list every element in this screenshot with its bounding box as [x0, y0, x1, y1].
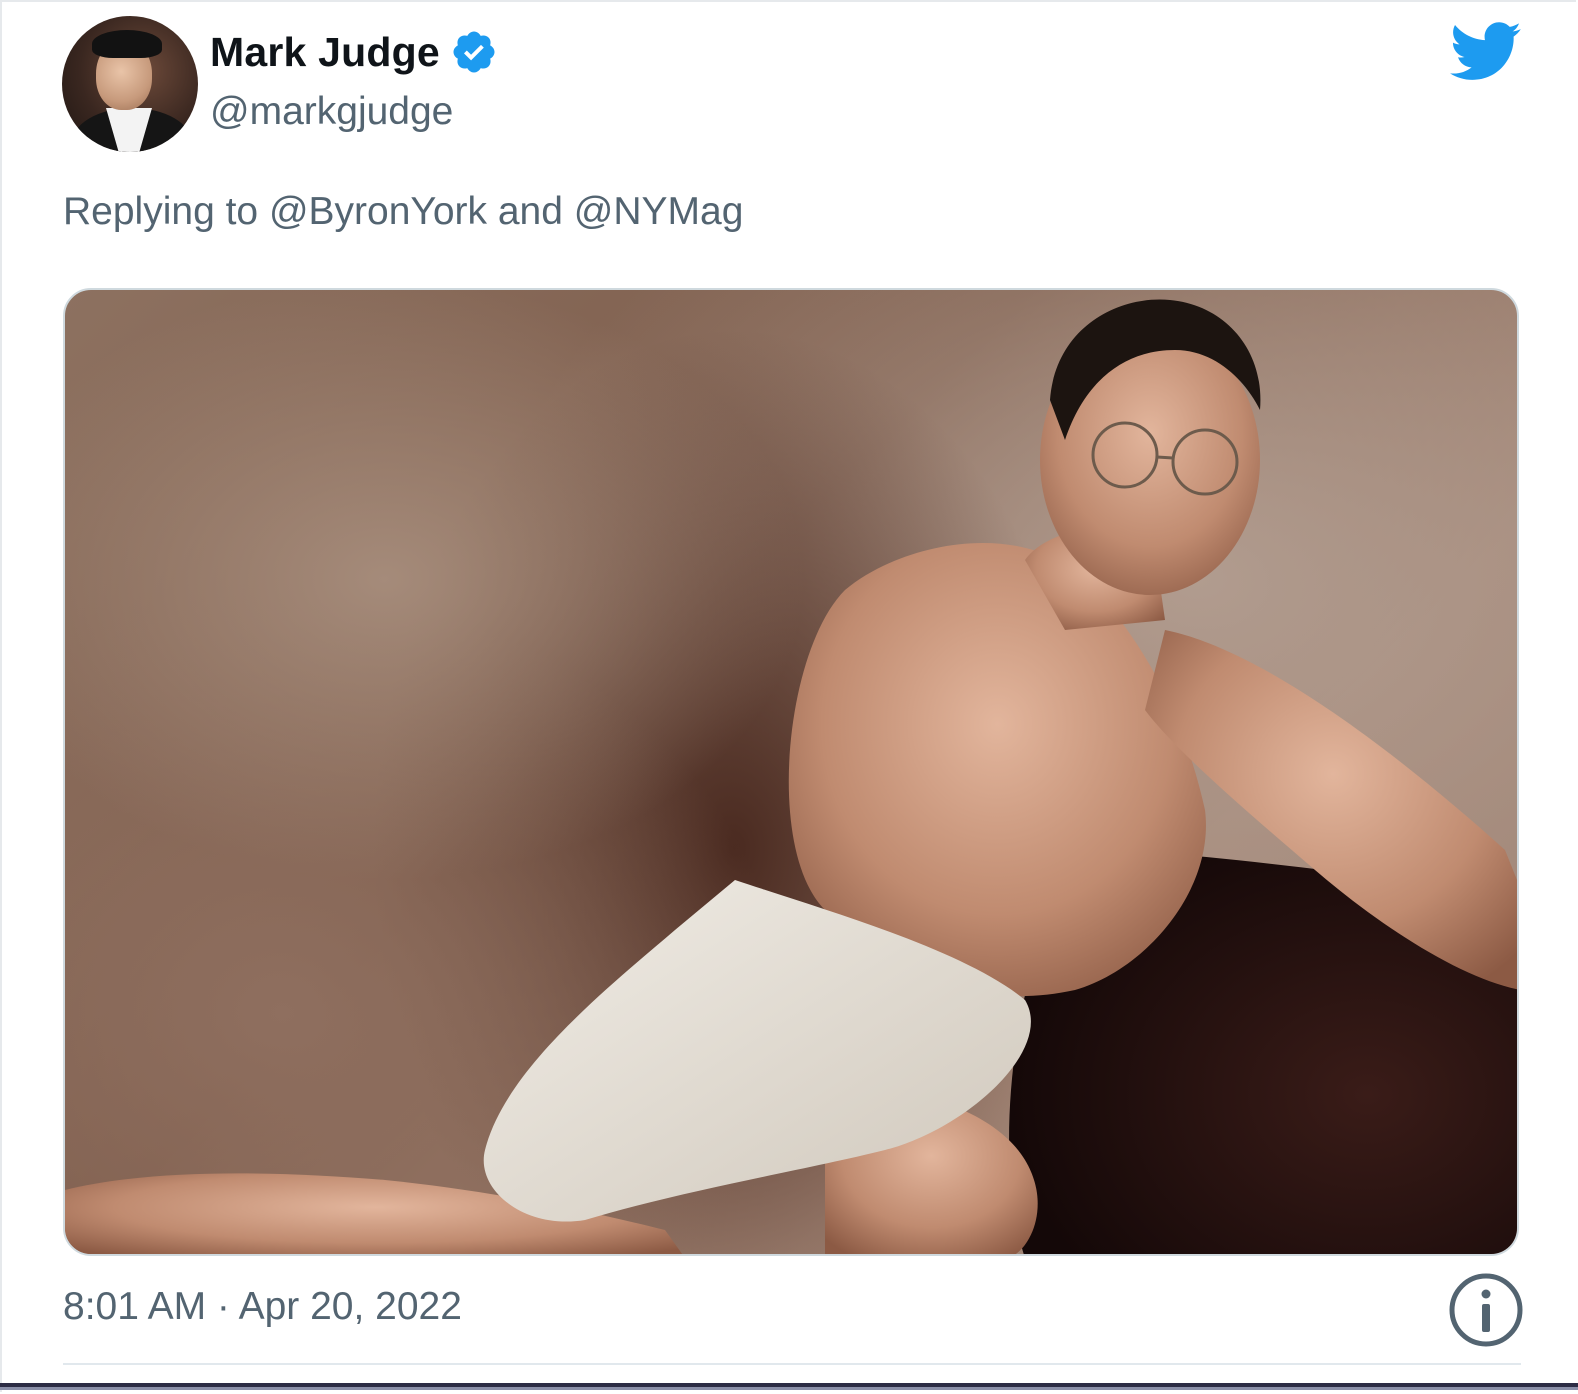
verified-badge-icon: [453, 31, 495, 73]
twitter-bird-icon[interactable]: [1450, 22, 1522, 82]
info-icon[interactable]: [1448, 1272, 1524, 1348]
author-avatar[interactable]: [62, 16, 198, 152]
author-name-row[interactable]: Mark Judge: [210, 28, 498, 76]
footer-divider: [63, 1363, 1521, 1365]
avatar-hat: [92, 30, 162, 58]
tweet-timestamp[interactable]: 8:01 AM · Apr 20, 2022: [63, 1285, 462, 1329]
tweet-photo[interactable]: [63, 288, 1519, 1256]
photo-illustration: [65, 299, 1517, 1254]
author-display-name[interactable]: Mark Judge: [210, 29, 440, 76]
author-handle[interactable]: @markgjudge: [210, 90, 453, 134]
page-edge-highlight: [0, 1387, 1578, 1390]
reply-context[interactable]: Replying to @ByronYork and @NYMag: [63, 190, 743, 234]
